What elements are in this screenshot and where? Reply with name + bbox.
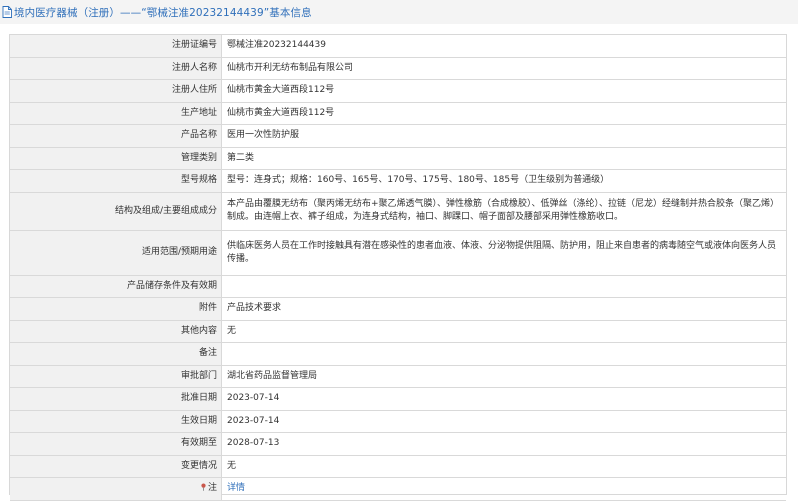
registration-info-table: 注册证编号 鄂械注准20232144439 注册人名称 仙桃市开利无纺布制品有限…	[9, 34, 787, 501]
table-row: 型号规格 型号：连身式；规格：160号、165号、170号、175号、180号、…	[10, 169, 786, 193]
page-header: 境内医疗器械（注册）——“鄂械注准20232144439”基本信息	[0, 0, 798, 24]
field-value: 供临床医务人员在工作时接触具有潜在感染性的患者血液、体液、分泌物提供阻隔、防护用…	[221, 230, 786, 276]
field-value: 鄂械注准20232144439	[221, 35, 786, 58]
field-value: 仙桃市开利无纺布制品有限公司	[221, 56, 786, 80]
table-row: 产品储存条件及有效期	[10, 274, 786, 298]
table-row: 生效日期 2023-07-14	[10, 409, 786, 433]
field-value	[221, 274, 786, 298]
note-value-cell: 详情	[221, 477, 786, 501]
table-row: 结构及组成/主要组成成分 本产品由覆膜无纺布（聚丙烯无纺布+聚乙烯透气膜）、弹性…	[10, 191, 786, 231]
field-value: 仙桃市黄金大道西段112号	[221, 79, 786, 103]
table-row: 审批部门 湖北省药品监督管理局	[10, 364, 786, 388]
pin-icon	[200, 483, 207, 492]
table-row: 备注	[10, 342, 786, 366]
field-value: 2023-07-14	[221, 387, 786, 411]
table-row: 管理类别 第二类	[10, 146, 786, 170]
field-label: 变更情况	[10, 454, 222, 478]
table-row: 批准日期 2023-07-14	[10, 387, 786, 411]
field-label: 批准日期	[10, 387, 222, 411]
field-value: 无	[221, 454, 786, 478]
table-row: 适用范围/预期用途 供临床医务人员在工作时接触具有潜在感染性的患者血液、体液、分…	[10, 230, 786, 276]
note-label: 注	[207, 483, 217, 494]
field-label: 有效期至	[10, 432, 222, 456]
field-label: 其他内容	[10, 319, 222, 343]
document-icon	[2, 6, 12, 18]
field-label: 适用范围/预期用途	[10, 230, 222, 276]
field-value: 2028-07-13	[221, 432, 786, 456]
page-title: 境内医疗器械（注册）——“鄂械注准20232144439”基本信息	[14, 6, 312, 19]
table-row: 注册人名称 仙桃市开利无纺布制品有限公司	[10, 56, 786, 80]
field-label: 附件	[10, 297, 222, 321]
field-label: 审批部门	[10, 364, 222, 388]
note-label-cell: 注	[10, 477, 222, 501]
field-label: 产品储存条件及有效期	[10, 274, 222, 298]
field-value: 医用一次性防护服	[221, 124, 786, 148]
table-row: 其他内容 无	[10, 319, 786, 343]
field-label: 注册人名称	[10, 56, 222, 80]
field-value: 湖北省药品监督管理局	[221, 364, 786, 388]
field-label: 生效日期	[10, 409, 222, 433]
table-row: 生产地址 仙桃市黄金大道西段112号	[10, 101, 786, 125]
table-row: 注 详情	[10, 477, 786, 501]
field-value: 仙桃市黄金大道西段112号	[221, 101, 786, 125]
field-value: 型号：连身式；规格：160号、165号、170号、175号、180号、185号（…	[221, 169, 786, 193]
table-row: 注册人住所 仙桃市黄金大道西段112号	[10, 79, 786, 103]
field-value: 产品技术要求	[221, 297, 786, 321]
field-label: 型号规格	[10, 169, 222, 193]
field-label: 备注	[10, 342, 222, 366]
table-row: 变更情况 无	[10, 454, 786, 478]
field-value: 本产品由覆膜无纺布（聚丙烯无纺布+聚乙烯透气膜）、弹性橡筋（合成橡胶）、低弹丝（…	[221, 191, 786, 231]
field-value: 无	[221, 319, 786, 343]
table-row: 有效期至 2028-07-13	[10, 432, 786, 456]
table-row: 注册证编号 鄂械注准20232144439	[10, 35, 786, 58]
field-value: 2023-07-14	[221, 409, 786, 433]
field-value	[221, 342, 786, 366]
table-row: 产品名称 医用一次性防护服	[10, 124, 786, 148]
details-link[interactable]: 详情	[227, 483, 245, 493]
field-label: 管理类别	[10, 146, 222, 170]
field-value: 第二类	[221, 146, 786, 170]
field-label: 生产地址	[10, 101, 222, 125]
field-label: 产品名称	[10, 124, 222, 148]
field-label: 注册证编号	[10, 35, 222, 58]
table-row: 附件 产品技术要求	[10, 297, 786, 321]
field-label: 结构及组成/主要组成成分	[10, 191, 222, 231]
field-label: 注册人住所	[10, 79, 222, 103]
